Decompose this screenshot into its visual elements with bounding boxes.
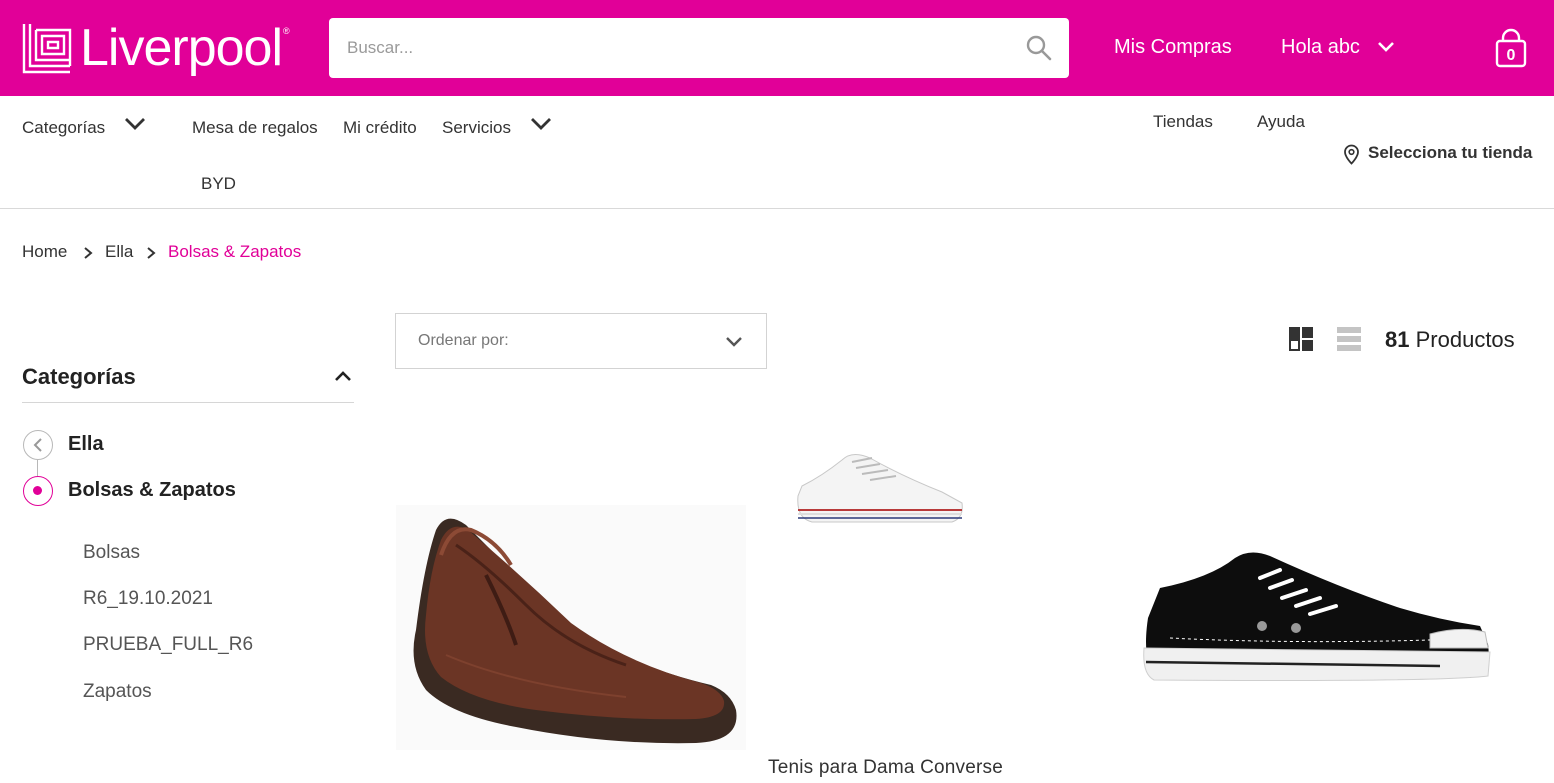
sidebar-current-category[interactable]: Bolsas & Zapatos	[68, 479, 236, 502]
sort-label: Ordenar por:	[418, 332, 509, 349]
search-icon[interactable]	[1025, 34, 1053, 62]
search-input[interactable]	[347, 18, 1007, 78]
product-image-black-converse[interactable]	[1140, 548, 1495, 688]
product-count-label: Productos	[1415, 327, 1515, 352]
chevron-right-icon	[147, 247, 156, 259]
nav-byd[interactable]: BYD	[201, 174, 236, 194]
chevron-right-icon	[84, 247, 93, 259]
select-store-link[interactable]: Selecciona tu tienda	[1368, 143, 1532, 163]
breadcrumb-current: Bolsas & Zapatos	[168, 242, 302, 261]
registered-mark: ®	[283, 26, 290, 36]
location-pin-icon[interactable]	[1343, 144, 1360, 165]
liverpool-logo-icon	[22, 24, 72, 74]
sidebar-title: Categorías	[22, 364, 136, 389]
chevron-down-icon[interactable]	[529, 116, 553, 132]
sidebar-item-r6[interactable]: R6_19.10.2021	[83, 588, 213, 610]
breadcrumb-home[interactable]: Home	[22, 242, 67, 262]
shopping-bag-icon[interactable]: 0	[1494, 28, 1528, 68]
nav-categories[interactable]: Categorías	[22, 118, 105, 138]
chevron-left-icon	[33, 438, 42, 452]
sidebar-parent-category[interactable]: Ella	[68, 433, 104, 456]
chevron-up-icon[interactable]	[333, 369, 353, 383]
search-box	[329, 18, 1069, 78]
sidebar-item-zapatos[interactable]: Zapatos	[83, 681, 152, 703]
nav-gift-registry[interactable]: Mesa de regalos	[192, 118, 318, 138]
nav-stores[interactable]: Tiendas	[1153, 112, 1213, 132]
my-purchases-link[interactable]: Mis Compras	[1114, 36, 1232, 59]
product-image-brown-shoe[interactable]	[396, 505, 746, 750]
brand-name: Liverpool	[80, 19, 283, 77]
selected-dot	[33, 486, 42, 495]
product-count-number: 81	[1385, 327, 1410, 352]
breadcrumb-ella[interactable]: Ella	[105, 242, 133, 262]
nav-help[interactable]: Ayuda	[1257, 112, 1305, 132]
grid-view-icon[interactable]	[1289, 327, 1313, 351]
sidebar-item-prueba[interactable]: PRUEBA_FULL_R6	[83, 634, 253, 656]
chevron-down-icon[interactable]	[123, 116, 147, 132]
top-header: Liverpool ® Mis Compras Hola abc 0	[0, 0, 1554, 96]
account-greeting[interactable]: Hola abc	[1281, 36, 1360, 59]
product-name[interactable]: Tenis para Dama Converse	[768, 757, 1003, 779]
product-image-white-converse[interactable]	[792, 448, 967, 528]
product-count: 81 Productos	[1385, 327, 1515, 353]
chevron-down-icon	[726, 337, 742, 347]
selected-category-indicator	[23, 476, 53, 506]
back-category-button[interactable]	[23, 430, 53, 460]
liverpool-logo[interactable]: Liverpool ®	[22, 18, 290, 78]
sort-dropdown[interactable]: Ordenar por:	[395, 313, 767, 369]
sidebar-divider	[22, 402, 354, 403]
category-connector	[37, 460, 38, 477]
nav-credit[interactable]: Mi crédito	[343, 118, 417, 138]
sidebar-item-bolsas[interactable]: Bolsas	[83, 542, 140, 564]
chevron-down-icon[interactable]	[1376, 40, 1396, 54]
nav-services[interactable]: Servicios	[442, 118, 511, 138]
cart-count: 0	[1507, 47, 1516, 64]
list-view-icon[interactable]	[1337, 327, 1361, 351]
